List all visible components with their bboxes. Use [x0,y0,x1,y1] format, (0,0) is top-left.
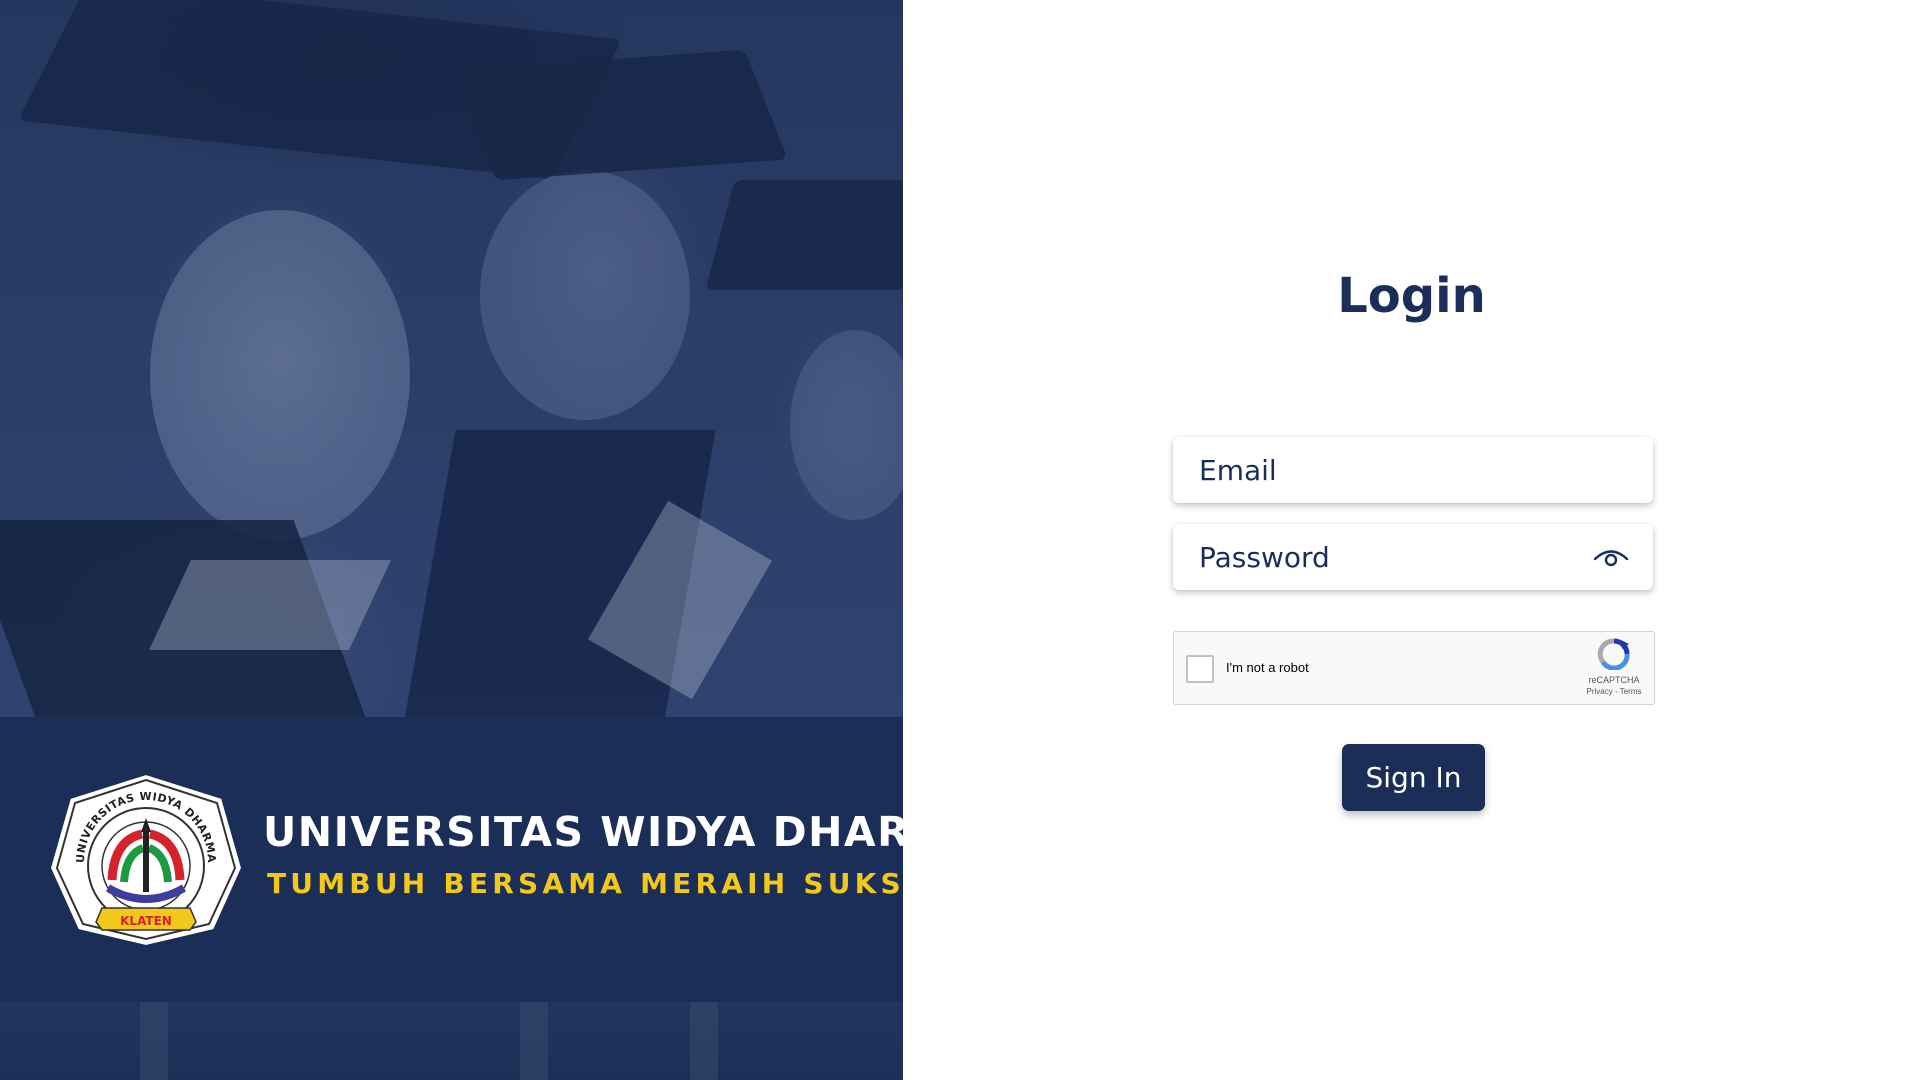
recaptcha-privacy-terms-link[interactable]: Privacy - Terms [1584,687,1644,696]
university-name: UNIVERSITAS WIDYA DHARMA [263,808,903,856]
recaptcha-icon [1597,638,1630,671]
svg-text:KLATEN: KLATEN [120,914,172,928]
sign-in-button[interactable]: Sign In [1342,744,1485,811]
page-title: Login [1337,268,1486,324]
recaptcha-brand: reCAPTCHA [1588,675,1640,685]
eye-icon[interactable] [1593,542,1629,572]
email-field[interactable] [1173,437,1653,503]
university-seal-logo: UNIVERSITAS WIDYA DHARMA KLATEN [48,772,244,948]
hero-panel: UNIVERSITAS WIDYA DHARMA KLATEN UNIVERSI… [0,0,903,1080]
graduates-photo [0,0,903,720]
login-panel: Login I'm not a robot reCAPTCHA Privacy … [903,0,1920,1080]
recaptcha-logo: reCAPTCHA Privacy - Terms [1584,638,1644,700]
email-field-wrapper [1173,437,1653,503]
password-field-wrapper [1173,524,1653,590]
graduates-photo-bottom [0,1002,903,1080]
recaptcha-label: I'm not a robot [1226,660,1309,675]
recaptcha-widget: I'm not a robot reCAPTCHA Privacy - Term… [1173,631,1655,705]
recaptcha-checkbox[interactable] [1186,655,1214,683]
password-field[interactable] [1173,524,1653,590]
university-tagline: TUMBUH BERSAMA MERAIH SUKSES [267,867,903,900]
